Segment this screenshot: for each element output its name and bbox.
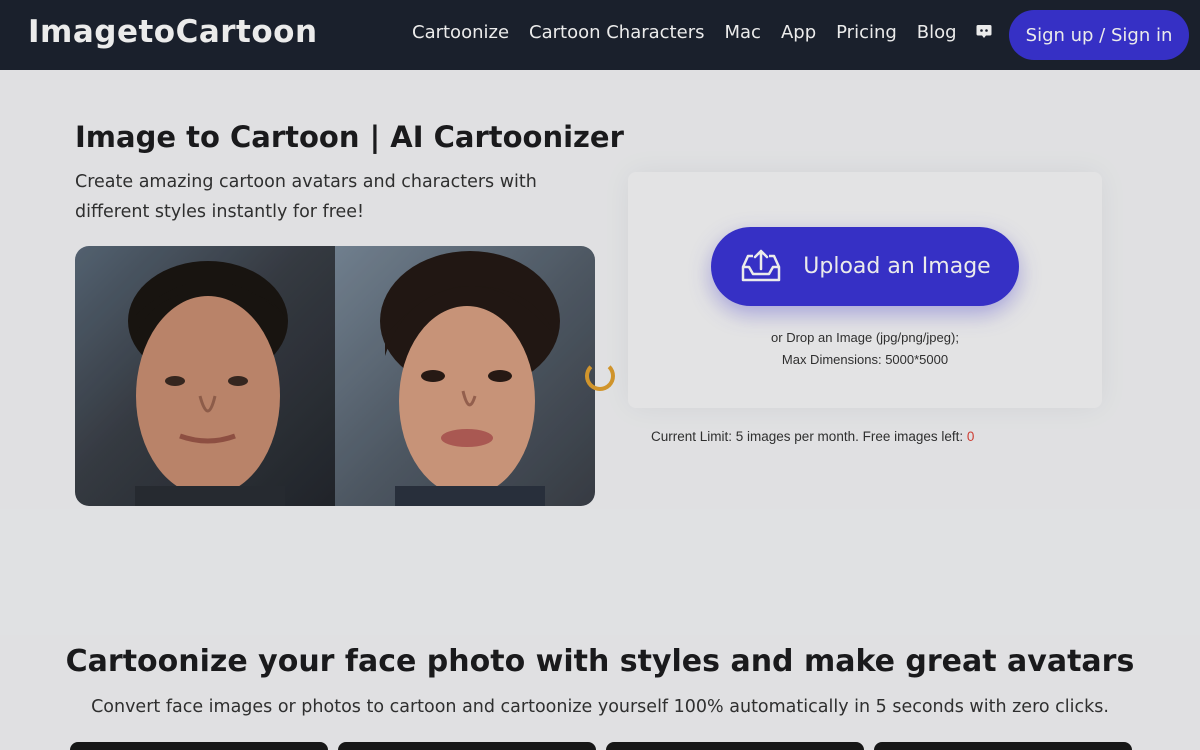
- discord-icon[interactable]: [975, 22, 993, 40]
- top-navbar: ImagetoCartoon Cartoonize Cartoon Charac…: [0, 0, 1200, 70]
- cartoon-result: [335, 246, 595, 506]
- nav-mac[interactable]: Mac: [724, 22, 760, 43]
- style-thumbnail[interactable]: [874, 742, 1132, 750]
- section-subtitle: Convert face images or photos to cartoon…: [91, 697, 1109, 717]
- style-thumbnail[interactable]: [606, 742, 864, 750]
- usage-limit: Current Limit: 5 images per month. Free …: [651, 429, 974, 444]
- upload-image-button[interactable]: Upload an Image: [711, 227, 1019, 306]
- style-thumbnail[interactable]: [338, 742, 596, 750]
- free-images-left-count: 0: [966, 429, 975, 444]
- style-thumbnails: [70, 742, 1132, 750]
- hero-subtitle: Create amazing cartoon avatars and chara…: [75, 172, 537, 222]
- signin-button[interactable]: Sign up / Sign in: [1009, 10, 1189, 60]
- nav-cartoonize[interactable]: Cartoonize: [412, 22, 509, 43]
- nav-blog[interactable]: Blog: [917, 22, 957, 43]
- original-photo: [75, 246, 335, 506]
- drop-hint: or Drop an Image (jpg/png/jpeg); Max Dim…: [628, 327, 1102, 371]
- before-after-image: [75, 246, 595, 506]
- nav-app[interactable]: App: [781, 22, 816, 43]
- nav-cartoon-characters[interactable]: Cartoon Characters: [529, 22, 704, 43]
- drop-hint-dimensions: Max Dimensions: 5000*5000: [781, 352, 949, 367]
- loading-spinner-icon: [585, 361, 615, 391]
- main-nav: Cartoonize Cartoon Characters Mac App Pr…: [412, 22, 993, 43]
- drop-hint-formats: or Drop an Image (jpg/png/jpeg);: [771, 330, 959, 345]
- site-logo[interactable]: ImagetoCartoon: [28, 14, 318, 50]
- style-thumbnail[interactable]: [70, 742, 328, 750]
- page-title: Image to Cartoon | AI Cartoonizer: [75, 120, 624, 154]
- section-title: Cartoonize your face photo with styles a…: [65, 644, 1135, 679]
- upload-button-label: Upload an Image: [803, 254, 991, 279]
- inbox-upload-icon: [739, 247, 783, 286]
- nav-pricing[interactable]: Pricing: [836, 22, 897, 43]
- usage-limit-label: Current Limit: 5 images per month. Free …: [651, 429, 967, 444]
